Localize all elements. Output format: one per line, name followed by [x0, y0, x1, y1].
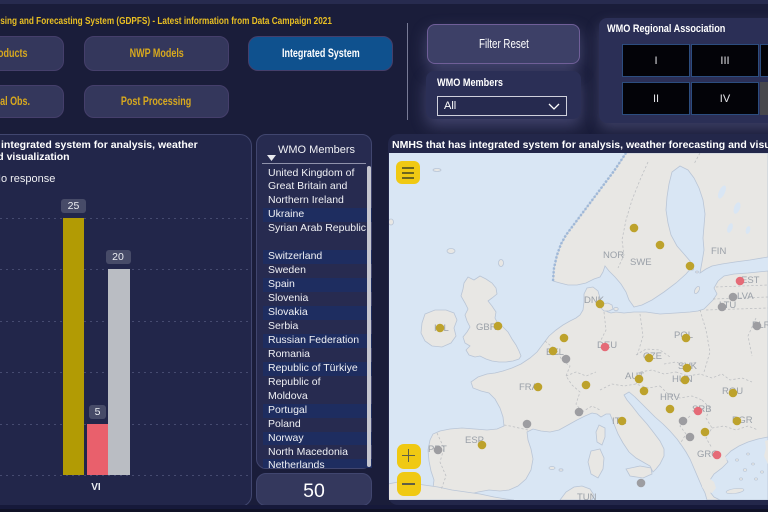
svg-text:HRV: HRV	[660, 392, 681, 403]
svg-text:TUN: TUN	[577, 492, 597, 500]
svg-text:NOR: NOR	[603, 250, 624, 261]
svg-text:SWE: SWE	[630, 257, 652, 268]
svg-text:GBR: GBR	[476, 322, 497, 333]
svg-text:LVA: LVA	[737, 291, 754, 302]
svg-text:FIN: FIN	[711, 246, 726, 257]
